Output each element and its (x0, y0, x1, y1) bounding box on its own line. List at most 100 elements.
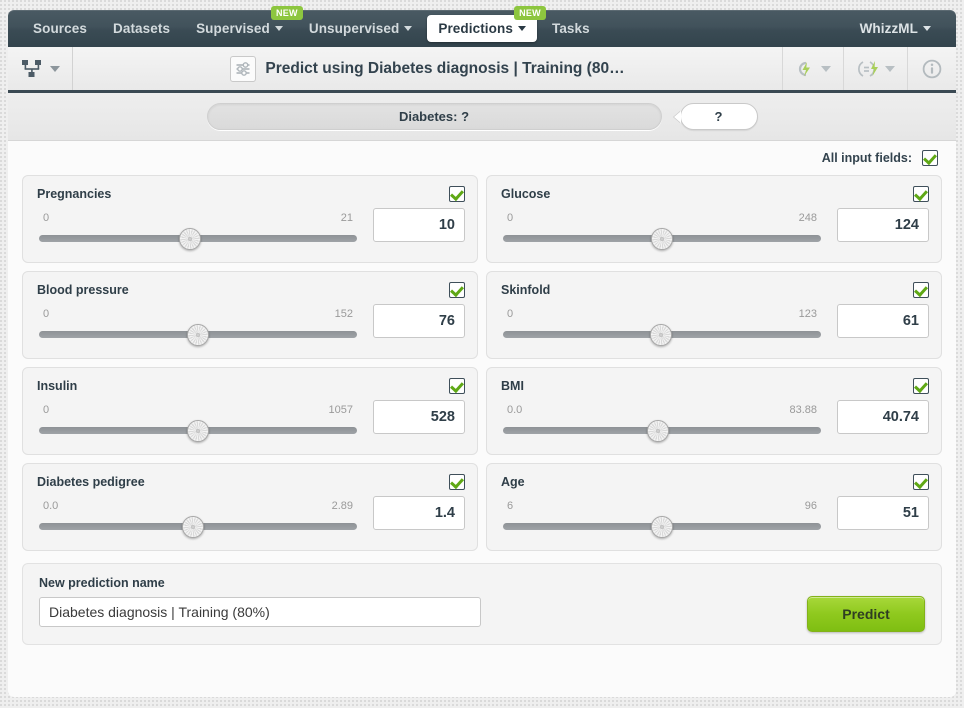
range-min: 0 (507, 308, 514, 320)
range-max: 152 (334, 308, 353, 320)
card-body: 0 1057 528 (37, 400, 465, 442)
card-body: 0 248 124 (501, 208, 929, 250)
objective-prediction-text: Diabetes: ? (398, 109, 470, 124)
range-labels: 0 248 (501, 212, 823, 227)
field-value-input[interactable]: 61 (837, 304, 929, 338)
field-slider-thumb[interactable] (651, 515, 673, 538)
field-slider-thumb[interactable] (179, 227, 202, 250)
field-slider-track[interactable] (39, 323, 357, 346)
field-slider-track[interactable] (503, 515, 821, 538)
field-value-text: 51 (902, 505, 919, 521)
range-max: 248 (798, 212, 817, 224)
field-value-input[interactable]: 124 (837, 208, 929, 242)
input-field-card: Skinfold 0 123 61 (486, 271, 942, 359)
nav-item-sources[interactable]: Sources (22, 15, 98, 42)
field-slider-track[interactable] (503, 227, 821, 250)
field-value-text: 10 (438, 217, 455, 233)
field-enabled-checkbox[interactable] (913, 186, 929, 202)
field-name: Skinfold (501, 283, 551, 297)
field-slider-thumb[interactable] (181, 515, 204, 538)
field-value-input[interactable]: 10 (373, 208, 465, 242)
field-slider-area: 0 1057 (37, 402, 359, 442)
input-field-card: Blood pressure 0 152 76 (22, 271, 478, 359)
field-enabled-checkbox[interactable] (449, 474, 465, 490)
field-value-text: 61 (902, 313, 919, 329)
nav-item-supervised[interactable]: Supervised NEW (185, 6, 303, 42)
range-labels: 0 152 (37, 308, 359, 323)
field-value-text: 76 (438, 313, 455, 329)
card-body: 0 123 61 (501, 304, 929, 346)
nav-item-predictions[interactable]: Predictions NEW (427, 6, 546, 42)
page-title: Predict using Diabetes diagnosis | Train… (265, 59, 625, 77)
nav-item-unsupervised[interactable]: Unsupervised (298, 15, 423, 42)
range-max: 21 (340, 212, 353, 224)
field-slider-area: 0.0 2.89 (37, 498, 359, 538)
all-input-fields-checkbox[interactable] (922, 150, 938, 166)
field-value-text: 528 (430, 409, 455, 425)
field-value-input[interactable]: 1.4 (373, 496, 465, 530)
nav-item-label: WhizzML (859, 21, 918, 36)
chevron-down-icon (821, 65, 831, 72)
range-max: 83.88 (789, 404, 817, 416)
evaluation-lightning-button[interactable] (843, 47, 907, 90)
card-header: BMI (501, 378, 929, 394)
field-enabled-checkbox[interactable] (449, 186, 465, 202)
field-slider-thumb[interactable] (646, 419, 669, 442)
range-min: 0.0 (507, 404, 523, 416)
confidence-bubble: ? (679, 103, 758, 130)
nav-item-tasks[interactable]: Tasks (541, 15, 601, 42)
field-value-input[interactable]: 40.74 (837, 400, 929, 434)
field-name: Blood pressure (37, 283, 129, 297)
range-min: 0.0 (43, 500, 59, 512)
field-slider-area: 6 96 (501, 498, 823, 538)
nav-item-whizzml[interactable]: WhizzML (849, 15, 942, 42)
field-slider-thumb[interactable] (187, 323, 209, 346)
field-name: Pregnancies (37, 187, 112, 201)
all-input-fields-label: All input fields: (821, 151, 912, 165)
resource-toolbar: Predict using Diabetes diagnosis | Train… (8, 47, 956, 93)
objective-prediction-pill: Diabetes: ? (206, 103, 662, 130)
field-value-input[interactable]: 528 (373, 400, 465, 434)
confidence-text: ? (714, 109, 723, 124)
nav-item-label: Predictions (438, 21, 513, 36)
card-header: Glucose (501, 186, 929, 202)
field-value-input[interactable]: 76 (373, 304, 465, 338)
card-body: 0.0 2.89 1.4 (37, 496, 465, 538)
field-slider-track[interactable] (39, 419, 357, 442)
info-button[interactable] (907, 47, 956, 90)
nav-item-datasets[interactable]: Datasets (102, 15, 181, 42)
predict-button[interactable]: Predict (807, 596, 925, 632)
range-min: 0 (43, 212, 50, 224)
field-enabled-checkbox[interactable] (449, 378, 465, 394)
prediction-name-input[interactable] (39, 597, 481, 627)
chevron-down-icon (404, 25, 413, 31)
field-enabled-checkbox[interactable] (913, 282, 929, 298)
nav-item-label: Supervised (196, 21, 270, 36)
field-slider-track[interactable] (39, 227, 357, 250)
card-header: Age (501, 474, 929, 490)
range-min: 0 (43, 404, 50, 416)
field-slider-track[interactable] (39, 515, 357, 538)
toolbar-actions (782, 47, 956, 90)
field-slider-thumb[interactable] (649, 323, 672, 346)
range-labels: 0 123 (501, 308, 823, 323)
field-name: Diabetes pedigree (37, 475, 145, 489)
card-body: 0 152 76 (37, 304, 465, 346)
field-slider-thumb[interactable] (651, 227, 673, 250)
field-enabled-checkbox[interactable] (913, 474, 929, 490)
prediction-form: All input fields: Pregnancies 0 21 10 Glucos… (8, 141, 956, 697)
field-slider-track[interactable] (503, 419, 821, 442)
field-name: Glucose (501, 187, 551, 201)
input-fields-grid: Pregnancies 0 21 10 Glucose 0 248 124 Blood pres… (22, 175, 942, 551)
field-enabled-checkbox[interactable] (449, 282, 465, 298)
field-enabled-checkbox[interactable] (913, 378, 929, 394)
cloud-lightning-button[interactable] (782, 47, 843, 90)
field-value-input[interactable]: 51 (837, 496, 929, 530)
model-tree-button[interactable] (8, 47, 73, 90)
card-header: Skinfold (501, 282, 929, 298)
nav-item-label: Unsupervised (308, 21, 400, 36)
field-slider-thumb[interactable] (187, 419, 209, 442)
field-slider-track[interactable] (503, 323, 821, 346)
chevron-down-icon (50, 65, 60, 72)
input-field-card: Glucose 0 248 124 (486, 175, 942, 263)
